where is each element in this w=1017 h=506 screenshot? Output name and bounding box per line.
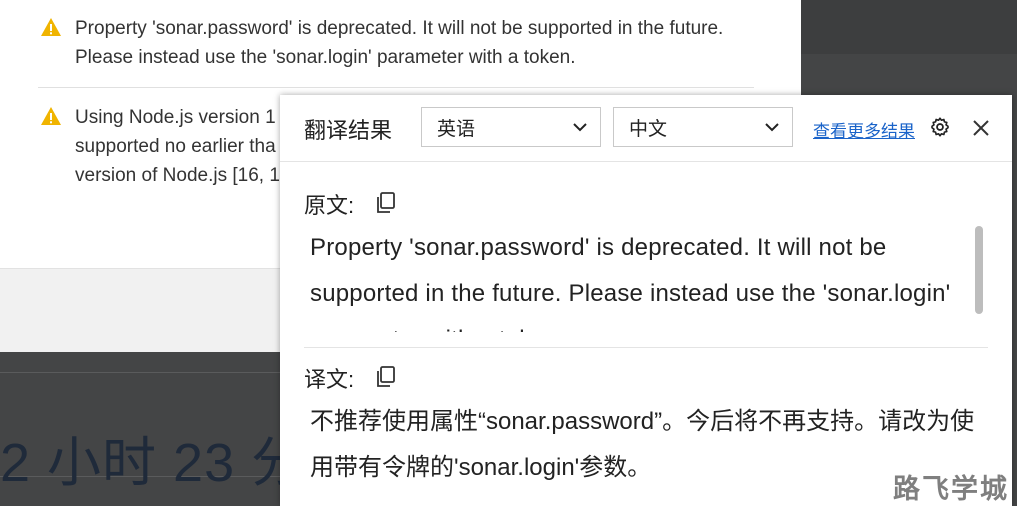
original-text: Property 'sonar.password' is deprecated.… xyxy=(310,234,951,332)
warning-text-line: Property 'sonar.password' is deprecated.… xyxy=(75,18,724,39)
chevron-down-icon xyxy=(765,123,779,132)
popup-title: 翻译结果 xyxy=(304,118,393,143)
warning-text-line: version of Node.js [16, 1 xyxy=(75,165,280,186)
more-results-link[interactable]: 查看更多结果 xyxy=(813,117,915,142)
warning-icon xyxy=(41,107,61,125)
copy-icon[interactable] xyxy=(376,192,396,214)
divider xyxy=(38,87,754,88)
source-language-value: 英语 xyxy=(437,118,476,140)
warning-item: Property 'sonar.password' is deprecated.… xyxy=(40,14,723,72)
translation-text: 不推荐使用属性“sonar.password”。今后将不再支持。请改为使用带有令… xyxy=(310,408,975,481)
warning-text-line: supported no earlier tha xyxy=(75,136,276,157)
scrollbar-thumb[interactable] xyxy=(975,226,983,314)
target-language-select[interactable]: 中文 xyxy=(613,107,793,147)
elapsed-time: 2 小时 23 分 xyxy=(0,433,307,493)
dark-header-bar xyxy=(801,0,1017,54)
chevron-down-icon xyxy=(573,123,587,132)
copy-icon[interactable] xyxy=(376,366,396,388)
source-language-select[interactable]: 英语 xyxy=(421,107,601,147)
original-label: 原文: xyxy=(304,193,355,218)
popup-header: 翻译结果 英语 中文 查看更多结果 xyxy=(280,95,1012,162)
watermark: 路飞学城 xyxy=(893,474,1009,504)
original-text-area[interactable]: Property 'sonar.password' is deprecated.… xyxy=(310,225,970,332)
close-icon[interactable] xyxy=(972,119,990,137)
translation-label: 译文: xyxy=(304,367,355,392)
gear-icon[interactable] xyxy=(929,116,951,138)
translation-popup: 翻译结果 英语 中文 查看更多结果 原文: Property 'sonar.pa… xyxy=(280,95,1012,506)
divider xyxy=(304,347,988,348)
warning-icon xyxy=(41,18,61,36)
warning-item: Using Node.js version 1 supported no ear… xyxy=(40,103,280,190)
divider xyxy=(0,372,280,373)
target-language-value: 中文 xyxy=(629,118,668,140)
warning-text-line: Using Node.js version 1 xyxy=(75,107,276,128)
warning-text-line: Please instead use the 'sonar.login' par… xyxy=(75,47,576,68)
